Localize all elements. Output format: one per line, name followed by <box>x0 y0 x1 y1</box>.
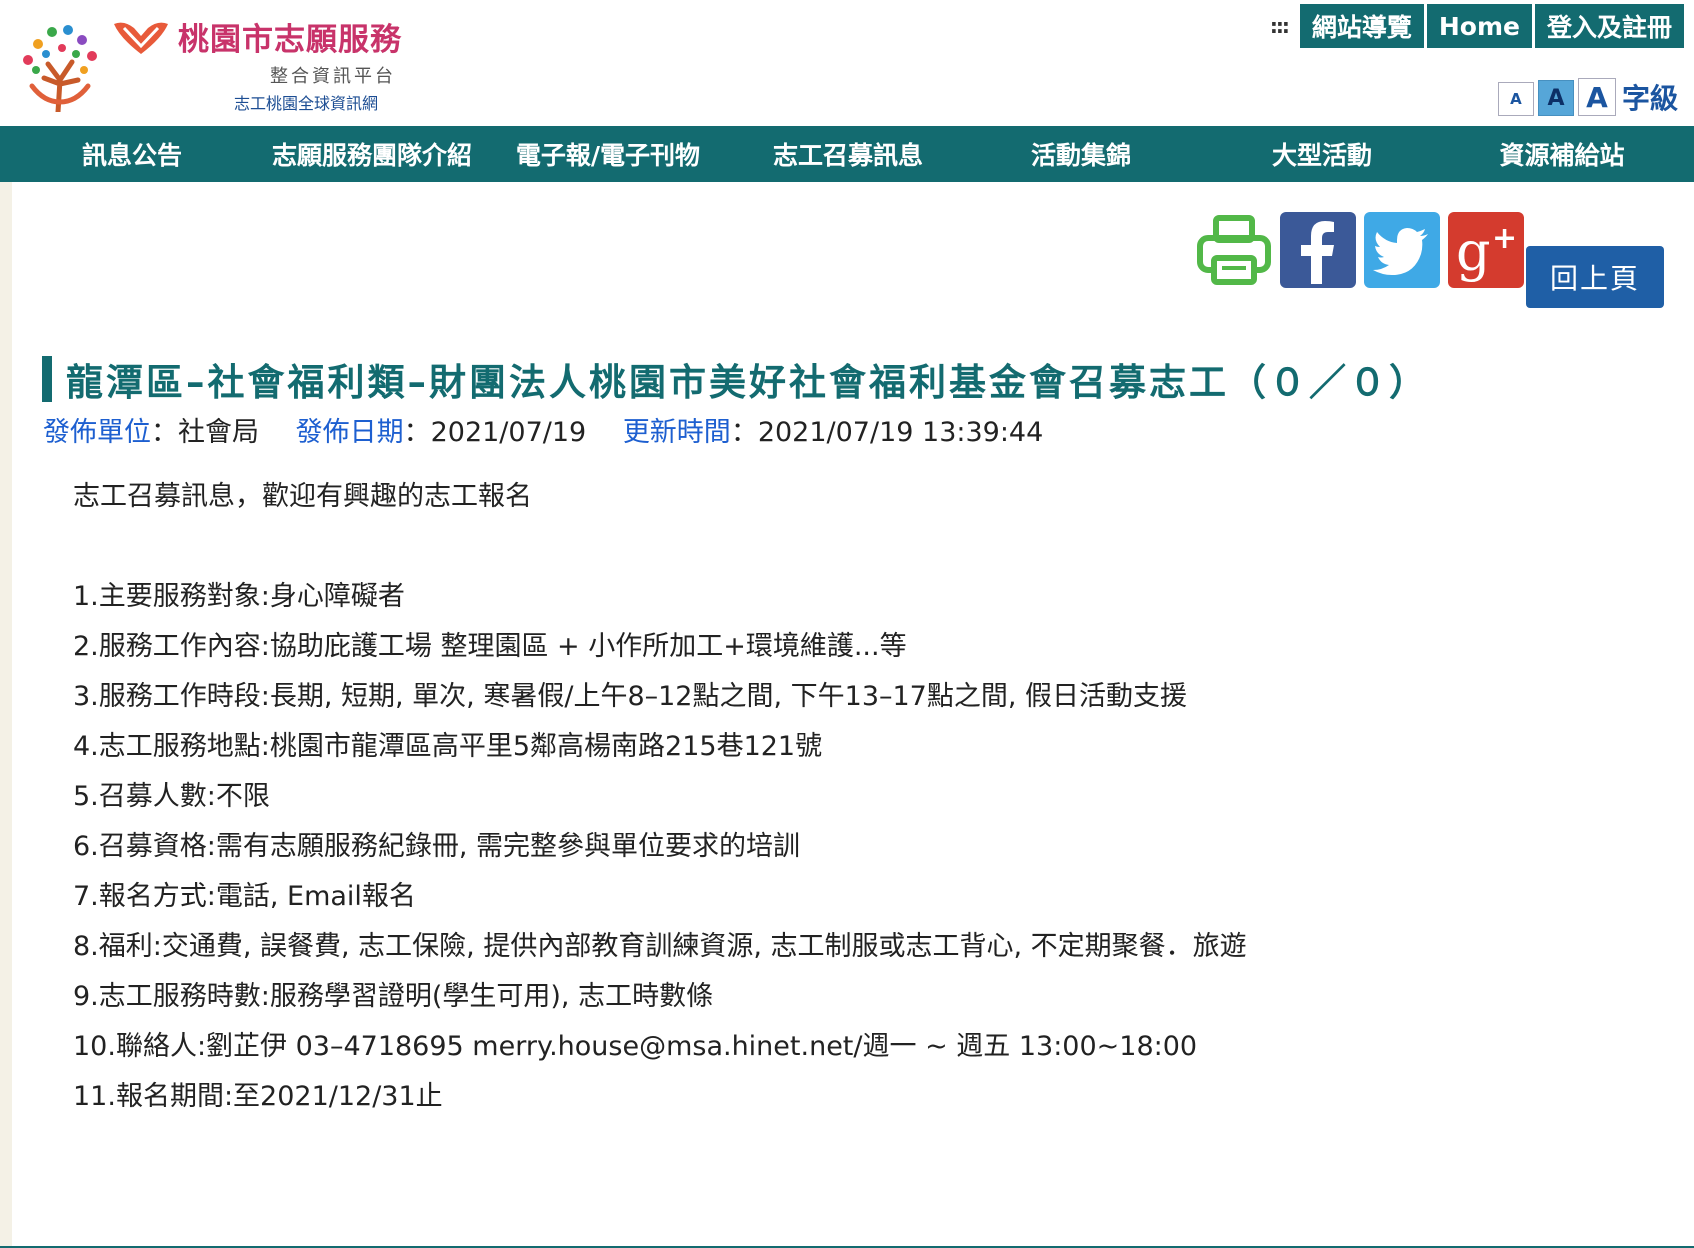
meta-date-value: 2021/07/19 <box>430 417 587 448</box>
nav-item-epaper[interactable]: 電子報/電子刊物 <box>480 136 736 172</box>
list-item: 9.志工服務時數:服務學習證明(學生可用), 志工時數條 <box>73 981 714 1012</box>
tree-logo-icon <box>23 25 97 112</box>
google-plus-share-icon[interactable]: g + <box>1448 212 1524 288</box>
list-item: 5.召募人數:不限 <box>73 781 270 812</box>
logo-title: 桃園市志願服務 <box>178 22 402 58</box>
share-toolbar: g + <box>1196 212 1524 288</box>
nav-item-events[interactable]: 大型活動 <box>1202 136 1442 172</box>
accesskey-dots-icon[interactable]: ::: <box>1261 4 1297 48</box>
font-size-large-button[interactable]: A <box>1577 78 1616 116</box>
nav-item-recruit[interactable]: 志工召募訊息 <box>736 136 960 172</box>
logo-subtitle: 整合資訊平台 <box>270 66 396 87</box>
meta-date-key: 發佈日期 <box>295 417 404 448</box>
list-item: 2.服務工作內容:協助庇護工場 整理園區 + 小作所加工+環境維護...等 <box>73 631 907 662</box>
list-item: 3.服務工作時段:長期, 短期, 單次, 寒暑假/上午8–12點之間, 下午13… <box>73 681 1188 712</box>
list-item: 11.報名期間:至2021/12/31止 <box>73 1081 443 1112</box>
svg-text:g: g <box>1456 220 1491 283</box>
login-register-link[interactable]: 登入及註冊 <box>1534 4 1684 48</box>
article-body: 志工召募訊息，歡迎有興趣的志工報名 1.主要服務對象:身心障礙者 2.服務工作內… <box>73 472 1247 1122</box>
meta-unit-value: 社會局 <box>178 417 259 448</box>
nav-item-news[interactable]: 訊息公告 <box>0 136 264 172</box>
meta-update-key: 更新時間 <box>622 417 731 448</box>
meta-unit-key: 發佈單位 <box>43 417 151 448</box>
site-header: 桃園市志願服務 整合資訊平台 志工桃園全球資訊網 ::: 網站導覽 Home 登… <box>0 0 1694 127</box>
font-size-controls: A A A 字級 <box>1497 78 1678 116</box>
font-size-medium-button[interactable]: A <box>1537 80 1574 116</box>
home-link[interactable]: Home <box>1426 4 1532 48</box>
site-logo[interactable]: 桃園市志願服務 整合資訊平台 志工桃園全球資訊網 <box>18 12 418 113</box>
list-item: 8.福利:交通費, 誤餐費, 志工保險, 提供內部教育訓練資源, 志工制服或志工… <box>73 931 1247 962</box>
hands-heart-icon <box>114 22 168 54</box>
article-intro: 志工召募訊息，歡迎有興趣的志工報名 <box>73 481 532 512</box>
article-title: 龍潭區–社會福利類–財團法人桃園市美好社會福利基金會召募志工（０／０） <box>66 361 1429 404</box>
nav-item-resources[interactable]: 資源補給站 <box>1442 136 1682 172</box>
list-item: 7.報名方式:電話, Email報名 <box>73 881 416 912</box>
print-icon[interactable] <box>1196 212 1272 288</box>
font-size-label: 字級 <box>1621 82 1678 115</box>
svg-text:+: + <box>1492 221 1517 256</box>
sitemap-link[interactable]: 網站導覽 <box>1299 4 1424 48</box>
article-title-row: 龍潭區–社會福利類–財團法人桃園市美好社會福利基金會召募志工（０／０） <box>42 352 1602 406</box>
list-item: 6.召募資格:需有志願服務紀錄冊, 需完整參與單位要求的培訓 <box>73 831 801 862</box>
list-item: 10.聯絡人:劉芷伊 03–4718695 merry.house@msa.hi… <box>73 1031 1198 1062</box>
logo-subtitle-2: 志工桃園全球資訊網 <box>234 94 379 113</box>
facebook-share-icon[interactable] <box>1280 212 1356 288</box>
font-size-small-button[interactable]: A <box>1497 82 1534 116</box>
list-item: 4.志工服務地點:桃園市龍潭區高平里5鄰高楊南路215巷121號 <box>73 731 823 762</box>
nav-item-teams[interactable]: 志願服務團隊介紹 <box>264 136 480 172</box>
back-button[interactable]: 回上頁 <box>1526 246 1664 308</box>
title-accent-bar <box>42 356 52 402</box>
twitter-share-icon[interactable] <box>1364 212 1440 288</box>
article-meta: 發佈單位：社會局 發佈日期：2021/07/19 更新時間：2021/07/19… <box>43 417 1044 448</box>
main-navigation: 訊息公告 志願服務團隊介紹 電子報/電子刊物 志工召募訊息 活動集錦 大型活動 … <box>0 126 1694 182</box>
main-content: g + 回上頁 龍潭區–社會福利類–財團法人桃園市美好社會福利基金會召募志工（０… <box>12 182 1694 1248</box>
top-navigation: ::: 網站導覽 Home 登入及註冊 <box>1261 4 1684 48</box>
list-item: 1.主要服務對象:身心障礙者 <box>73 581 405 612</box>
meta-update-value: 2021/07/19 13:39:44 <box>757 417 1044 448</box>
nav-item-gallery[interactable]: 活動集錦 <box>960 136 1202 172</box>
